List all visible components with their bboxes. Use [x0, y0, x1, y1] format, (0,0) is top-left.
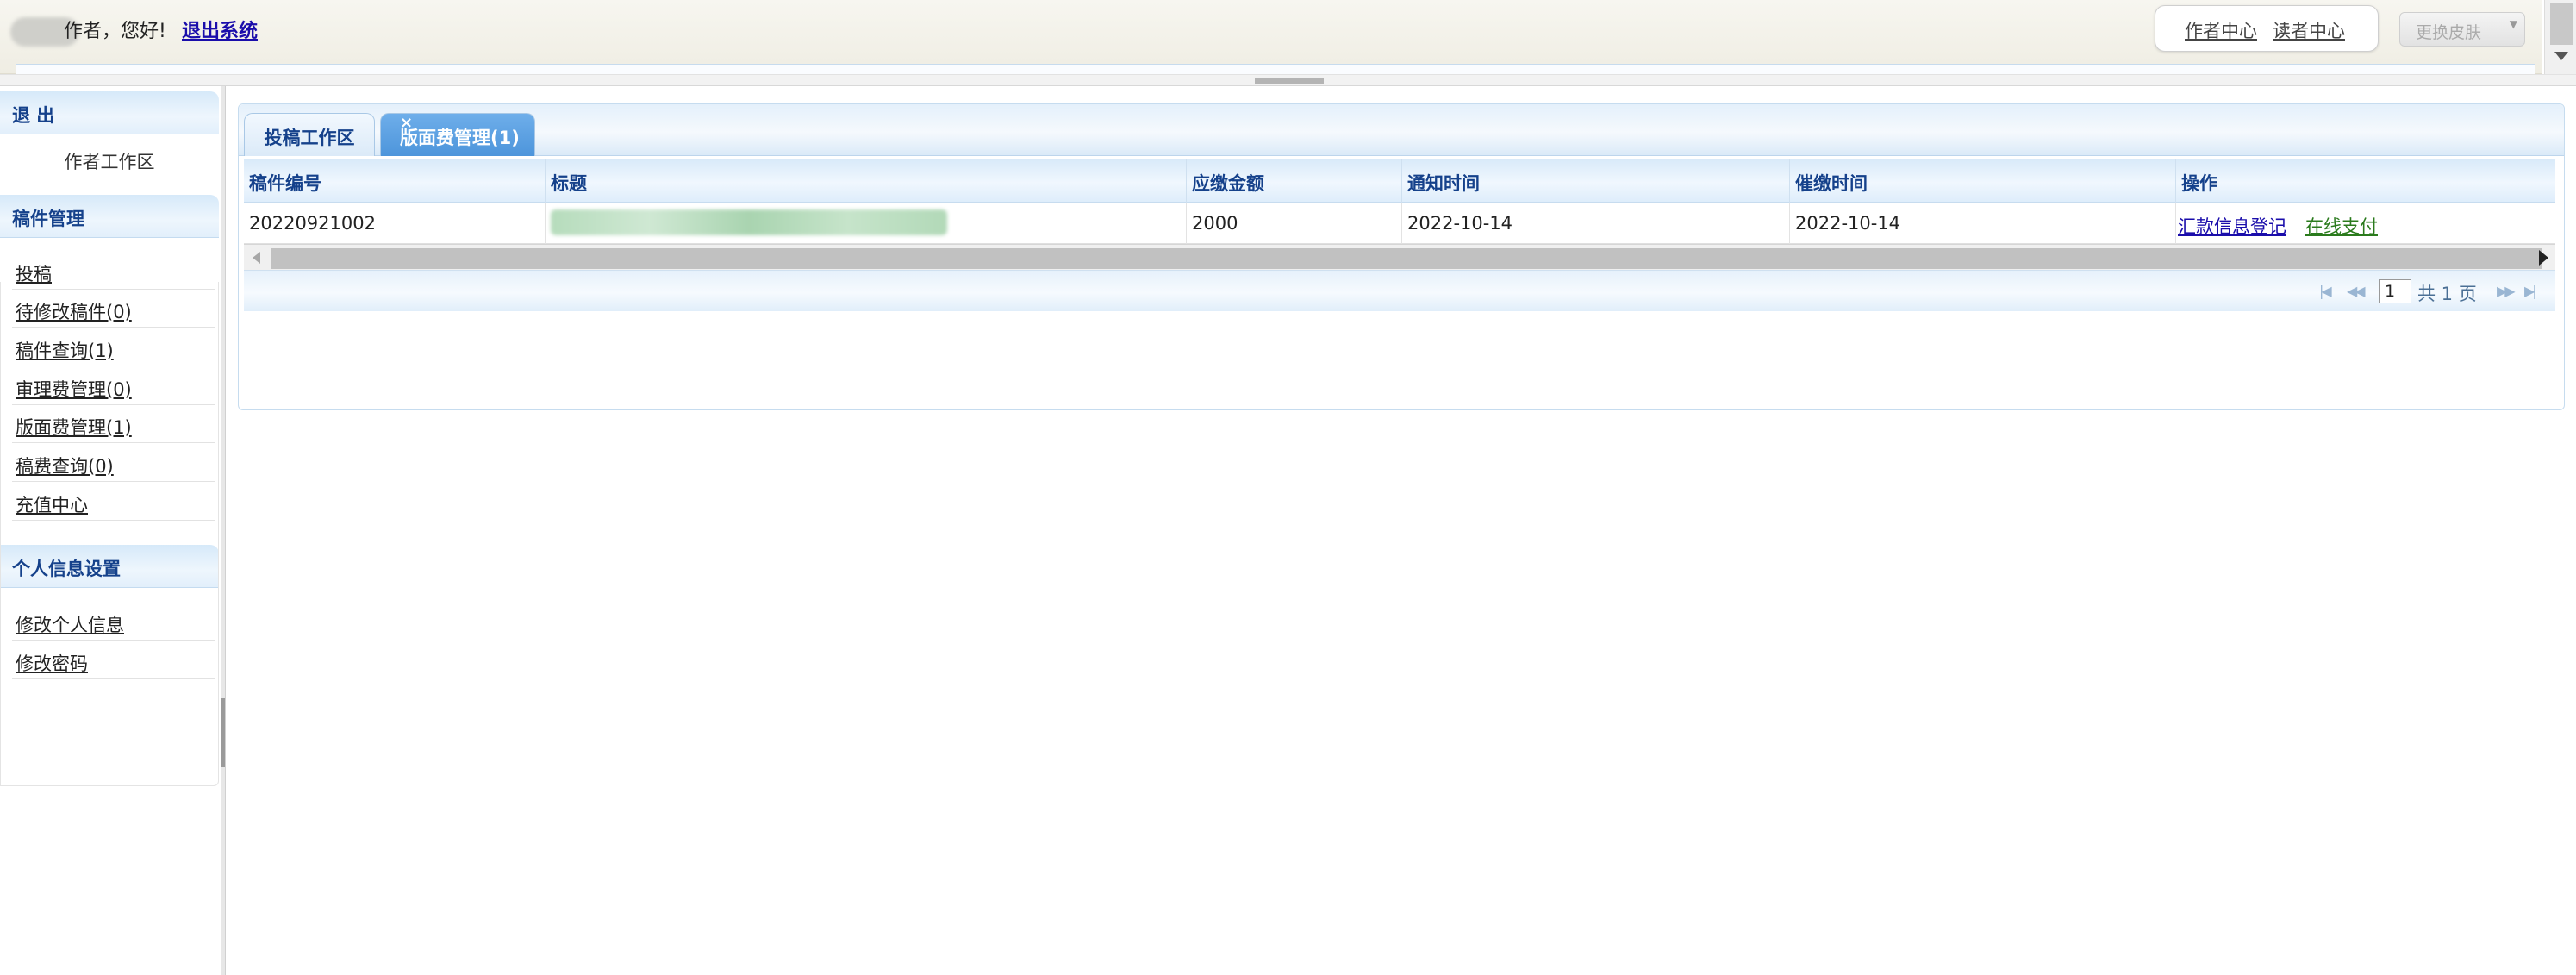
hscroll-thumb[interactable] [271, 248, 2542, 269]
column-header-label: 操作 [2181, 173, 2217, 194]
author-workspace-link[interactable]: 作者工作区 [0, 148, 219, 174]
scrollbar-thumb[interactable] [2550, 3, 2573, 45]
tab-submission-workspace[interactable]: 投稿工作区 [244, 113, 375, 156]
column-header-actions[interactable]: 操作 [2176, 159, 2555, 203]
cell-text: 20220921002 [249, 213, 376, 234]
tab-label: 投稿工作区 [264, 128, 355, 148]
column-header-amount[interactable]: 应缴金额 [1187, 159, 1402, 203]
page-scrollbar[interactable] [2544, 0, 2576, 74]
sidebar-panel-frame [0, 282, 219, 786]
top-banner-frame [16, 64, 2535, 74]
author-center-link[interactable]: 作者中心 [2185, 17, 2257, 43]
column-header-label: 通知时间 [1407, 173, 1480, 194]
tab-bar: 投稿工作区 版面费管理(1) × [239, 104, 2564, 156]
change-skin-label: 更换皮肤 [2416, 23, 2482, 42]
table-hscrollbar[interactable] [244, 244, 2555, 270]
scroll-left-icon[interactable] [253, 252, 260, 264]
pagination-bar: |◀ ◀◀ 共 1 页 ▶▶ ▶| [244, 270, 2555, 311]
manuscript-panel-header[interactable]: 稿件管理 [0, 195, 219, 238]
manuscript-section-label: 稿件管理 [12, 209, 84, 229]
change-skin-button[interactable]: 更换皮肤 ▼ [2399, 12, 2525, 47]
prev-page-icon[interactable]: ◀◀ [2347, 283, 2366, 299]
column-header-title[interactable]: 标题 [546, 159, 1187, 203]
table-header: 稿件编号 标题 应缴金额 通知时间 催缴时间 操作 [244, 159, 2555, 203]
cell-text: 2000 [1192, 213, 1238, 234]
cell-notice-time: 2022-10-14 [1402, 203, 1790, 244]
cell-reminder-time: 2022-10-14 [1790, 203, 2176, 244]
tab-container: 投稿工作区 版面费管理(1) × 稿件编号 标题 应缴金额 通知时间 催缴时间 [238, 103, 2565, 410]
column-header-label: 应缴金额 [1192, 173, 1264, 194]
cell-amount: 2000 [1187, 203, 1402, 244]
splitter-grip[interactable] [1255, 78, 1324, 84]
close-icon[interactable]: × [400, 114, 529, 132]
remittance-register-link[interactable]: 汇款信息登记 [2178, 213, 2286, 239]
layout-splitter[interactable] [0, 74, 2576, 86]
column-header-reminder-time[interactable]: 催缴时间 [1790, 159, 2176, 203]
scroll-right-icon[interactable] [2539, 250, 2548, 266]
table-row[interactable]: 20220921002 2000 2022-10-14 2022-10-14 汇… [244, 203, 2555, 244]
first-page-icon[interactable]: |◀ [2319, 283, 2332, 299]
cell-actions: 汇款信息登记 在线支付 [2176, 203, 2555, 244]
chevron-down-icon: ▼ [2509, 18, 2517, 30]
last-page-icon[interactable]: ▶| [2524, 283, 2537, 299]
page-total-text: 共 1 页 [2417, 284, 2477, 304]
center-links-box: 作者中心 读者中心 [2155, 5, 2379, 52]
next-page-icon[interactable]: ▶▶ [2497, 283, 2516, 299]
top-header: 作者，您好! 退出系统 作者中心 读者中心 更换皮肤 ▼ [0, 0, 2542, 74]
sidebar: 退 出 作者工作区 稿件管理 投稿 待修改稿件(0) 稿件查询(1) 审理费管理… [0, 86, 221, 975]
tab-page-fee-management[interactable]: 版面费管理(1) × [380, 113, 535, 156]
main-content: 投稿工作区 版面费管理(1) × 稿件编号 标题 应缴金额 通知时间 催缴时间 [229, 86, 2576, 975]
column-header-label: 标题 [551, 173, 587, 194]
column-header-manuscript-no[interactable]: 稿件编号 [244, 159, 546, 203]
column-header-notice-time[interactable]: 通知时间 [1402, 159, 1790, 203]
title-redacted-blur [551, 209, 947, 235]
logout-link[interactable]: 退出系统 [182, 16, 258, 43]
cell-title [546, 203, 1187, 244]
scroll-down-icon[interactable] [2554, 52, 2568, 60]
sidebar-resizer-grip[interactable] [221, 698, 225, 767]
exit-header-label: 退 出 [12, 105, 55, 126]
cell-text: 2022-10-14 [1407, 213, 1513, 234]
column-header-label: 催缴时间 [1795, 173, 1868, 194]
sidebar-resizer[interactable] [221, 86, 226, 975]
column-header-label: 稿件编号 [249, 173, 321, 194]
cell-manuscript-no: 20220921002 [244, 203, 546, 244]
exit-panel-header[interactable]: 退 出 [0, 91, 219, 134]
greeting-text: 作者，您好! [64, 21, 166, 42]
cell-text: 2022-10-14 [1795, 213, 1901, 234]
reader-center-link[interactable]: 读者中心 [2273, 17, 2345, 43]
online-pay-link[interactable]: 在线支付 [2305, 213, 2378, 239]
page-number-input[interactable] [2379, 279, 2411, 303]
